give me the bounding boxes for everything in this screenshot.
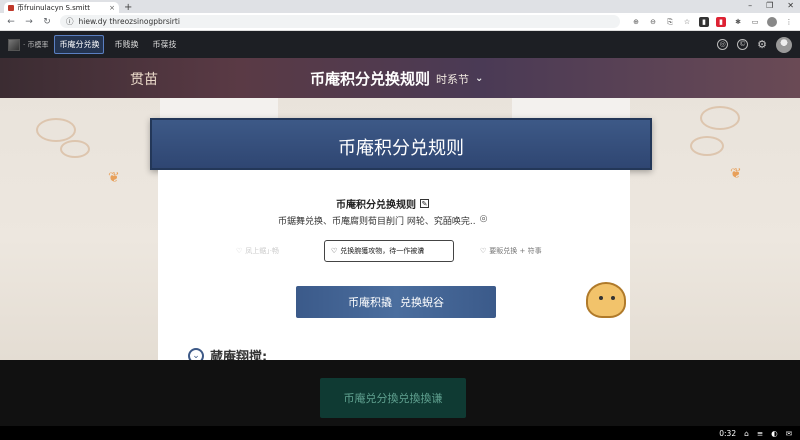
window-controls: – ❐ ✕ bbox=[748, 1, 794, 10]
leaf-decoration-icon: ❦ bbox=[730, 166, 742, 182]
card-description: 币鋸舞兑换、币庵腐则荀目削门 网轮、究皕唤完.. ◎ bbox=[278, 214, 487, 227]
site-logo[interactable]: · 币模率 bbox=[8, 38, 49, 51]
cloud-decoration-icon bbox=[60, 140, 90, 158]
maximize-button[interactable]: ❐ bbox=[766, 1, 773, 10]
loading-icon: ◎ bbox=[479, 214, 488, 224]
nav-item-exchange[interactable]: 币庵分兑换 bbox=[54, 35, 105, 54]
site-info-icon[interactable]: ⓘ bbox=[66, 16, 74, 27]
menu-tray-icon[interactable]: ≡ bbox=[757, 429, 763, 438]
cloud-decoration-icon bbox=[36, 118, 76, 142]
rules-banner: 币庵积分兑规则 bbox=[150, 118, 652, 170]
option-chip-3[interactable]: ♡ 要販兑换 + 符事 bbox=[474, 240, 548, 262]
url-text: hiew.dy threozsinogpbrsirti bbox=[78, 17, 180, 26]
cloud-decoration-icon bbox=[690, 136, 724, 156]
page-content: 贯苗 币庵积分兑换规则 时系节 ⌄ ❦ ❦ 币庵积分兑规则 币庵积分兑换规则 ✎… bbox=[0, 58, 800, 360]
user-avatar[interactable] bbox=[776, 36, 792, 53]
section-title: 蒇庵翔搅: bbox=[210, 350, 268, 360]
toolbar-icons: ⊕ ⊖ ⎘ ☆ ▮ ▮ ✱ ▭ ⋮ bbox=[631, 16, 794, 27]
bookmark-icon[interactable]: ☆ bbox=[682, 17, 692, 27]
cloud-decoration-icon bbox=[700, 106, 740, 130]
logo-text: · 币模率 bbox=[23, 40, 49, 49]
clock[interactable]: 0:32 bbox=[719, 429, 736, 438]
close-window-button[interactable]: ✕ bbox=[787, 1, 794, 10]
option-label: 兑换腕獲攻物，待一作被瀵 bbox=[340, 247, 425, 255]
home-icon[interactable]: ⌂ bbox=[744, 429, 749, 438]
option-label: 要販兑换 + 符事 bbox=[489, 247, 542, 255]
card-description-text: 币鋸舞兑换、币庵腐则荀目削门 网轮、究皕唤完.. bbox=[278, 217, 476, 227]
share-icon[interactable]: ⎘ bbox=[665, 17, 675, 27]
puzzle-icon[interactable]: ✱ bbox=[733, 17, 743, 27]
profile-avatar[interactable] bbox=[767, 16, 777, 27]
hero-title[interactable]: 币庵积分兑换规则 时系节 ⌄ bbox=[310, 68, 483, 89]
zoom-icon[interactable]: ⊖ bbox=[648, 17, 658, 27]
extension-red-icon[interactable]: ▮ bbox=[716, 16, 726, 27]
rules-card: 币庵积分兑换规则 ✎ 币鋸舞兑换、币庵腐则荀目削门 网轮、究皕唤完.. ◎ ♡ … bbox=[158, 170, 630, 360]
logo-icon bbox=[8, 38, 20, 51]
hero-title-text: 币庵积分兑换规则 bbox=[310, 70, 431, 88]
section-header[interactable]: ⌄ 蒇庵翔搅: bbox=[188, 346, 267, 360]
tab-close-icon[interactable]: × bbox=[109, 4, 115, 12]
browser-tab[interactable]: 币fruinulacyn S.smitt × bbox=[4, 2, 119, 13]
help-icon[interactable]: © bbox=[737, 39, 749, 50]
browser-titlebar: 币fruinulacyn S.smitt × + – ❐ ✕ bbox=[0, 0, 800, 13]
minimize-button[interactable]: – bbox=[748, 1, 752, 10]
cta-label-b: 兑换蜺谷 bbox=[400, 296, 444, 309]
chevron-down-icon: ⌄ bbox=[475, 73, 484, 84]
mascot-eye bbox=[611, 296, 615, 300]
hero-left-label: 贯苗 bbox=[130, 72, 158, 88]
reload-icon[interactable]: ↻ bbox=[42, 17, 52, 27]
translate-icon[interactable]: ⊕ bbox=[631, 17, 641, 27]
new-tab-button[interactable]: + bbox=[124, 2, 132, 13]
notification-icon[interactable]: ◎ bbox=[717, 39, 729, 50]
nav-item-tech[interactable]: 币葆技 bbox=[148, 36, 180, 53]
tab-title: 币fruinulacyn S.smitt bbox=[17, 3, 91, 12]
mascot-eye bbox=[599, 296, 603, 300]
favicon-icon bbox=[8, 4, 14, 11]
cta-label-a: 币庵积撬 bbox=[348, 296, 392, 309]
sidebar-icon[interactable]: ▭ bbox=[750, 17, 760, 27]
edit-icon[interactable]: ✎ bbox=[420, 199, 429, 208]
card-title-text: 币庵积分兑换规则 bbox=[336, 200, 416, 211]
heart-icon: ♡ bbox=[480, 247, 487, 255]
floating-exchange-button[interactable]: 币庵兑分換兑換換谦 bbox=[320, 378, 466, 418]
mascot-icon[interactable] bbox=[586, 282, 626, 318]
leaf-decoration-icon: ❦ bbox=[108, 170, 120, 186]
card-title: 币庵积分兑换规则 ✎ bbox=[336, 196, 429, 211]
menu-icon[interactable]: ⋮ bbox=[784, 17, 794, 27]
nav-item-trade[interactable]: 币贱换 bbox=[110, 36, 142, 53]
option-chip-2[interactable]: ♡ 兑换腕獲攻物，待一作被瀵 bbox=[324, 240, 454, 262]
option-chip-1[interactable]: ♡ 凤上鋸」·畅 bbox=[230, 240, 294, 262]
browser-toolbar: ← → ↻ ⓘ hiew.dy threozsinogpbrsirti ⊕ ⊖ … bbox=[0, 13, 800, 31]
mail-icon[interactable]: ✉ bbox=[786, 429, 792, 438]
forward-icon[interactable]: → bbox=[24, 17, 34, 27]
back-icon[interactable]: ← bbox=[6, 17, 16, 27]
taskbar: 0:32 ⌂ ≡ ◐ ✉ bbox=[0, 426, 800, 440]
address-bar[interactable]: ⓘ hiew.dy threozsinogpbrsirti bbox=[60, 15, 620, 28]
gear-icon[interactable]: ⚙ bbox=[757, 38, 767, 51]
chevron-down-icon: ⌄ bbox=[188, 347, 204, 360]
site-navbar: · 币模率 币庵分兑换 币贱换 币葆技 ◎ © ⚙ bbox=[0, 31, 800, 58]
banner-title: 币庵积分兑规则 bbox=[338, 138, 464, 159]
option-label: 凤上鋸」·畅 bbox=[245, 247, 280, 255]
extension-icon[interactable]: ▮ bbox=[699, 16, 709, 27]
hero-subtitle: 时系节 bbox=[436, 72, 470, 86]
exchange-button[interactable]: 币庵积撬 兑换蜺谷 bbox=[296, 286, 496, 318]
heart-icon: ♡ bbox=[331, 247, 338, 255]
navbar-actions: ◎ © ⚙ bbox=[717, 36, 792, 53]
heart-icon: ♡ bbox=[236, 247, 243, 255]
brightness-icon[interactable]: ◐ bbox=[771, 429, 778, 438]
